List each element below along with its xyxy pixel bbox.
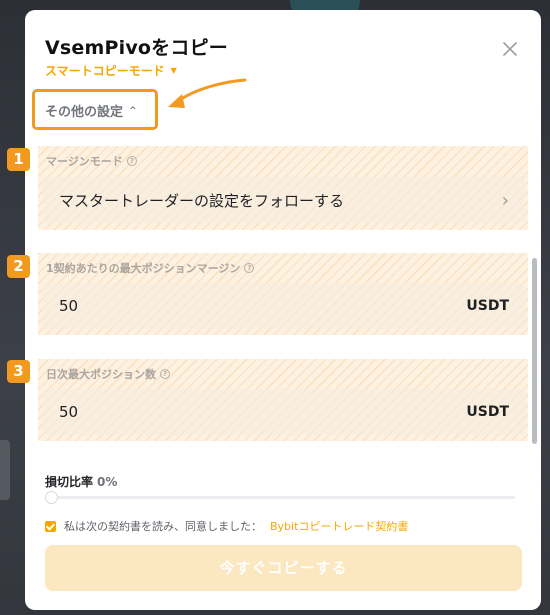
- copy-settings-dialog: VsemPivoをコピー スマートコピーモード ▼ その他の設定 ^ マージンモ…: [25, 10, 541, 610]
- max-position-margin-section: 1契約あたりの最大ポジションマージン ? 50 USDT: [38, 253, 528, 335]
- help-icon[interactable]: ?: [126, 156, 137, 166]
- copy-now-button[interactable]: 今すぐコピーする: [45, 545, 522, 591]
- daily-max-position-unit: USDT: [466, 404, 509, 420]
- margin-mode-section: マージンモード ? マスタートレーダーの設定をフォローする ›: [38, 146, 528, 230]
- help-icon[interactable]: ?: [160, 369, 170, 379]
- daily-max-position-value: 50: [59, 403, 79, 421]
- annotation-badge-2: 2: [7, 255, 30, 278]
- daily-max-position-label: 日次最大ポジション数: [46, 368, 156, 381]
- max-position-margin-unit: USDT: [466, 298, 509, 314]
- annotation-badge-1: 1: [7, 148, 30, 171]
- max-position-margin-value: 50: [59, 297, 79, 315]
- margin-mode-label: マージンモード: [46, 155, 123, 168]
- stop-loss-label: 損切比率 0%: [45, 473, 117, 490]
- stop-loss-title: 損切比率: [45, 475, 94, 489]
- max-position-margin-label-row: 1契約あたりの最大ポジションマージン ?: [46, 260, 255, 276]
- stop-loss-value: 0%: [97, 475, 118, 489]
- annotation-badge-3: 3: [7, 360, 30, 383]
- margin-mode-value: マスタートレーダーの設定をフォローする: [59, 191, 345, 210]
- background-decoration: [0, 440, 10, 500]
- daily-max-position-section: 日次最大ポジション数 ? 50 USDT: [38, 359, 528, 441]
- margin-mode-label-row: マージンモード ?: [46, 153, 137, 169]
- agreement-text: 私は次の契約書を読み、同意しました：: [64, 520, 262, 533]
- max-position-margin-input[interactable]: 50 USDT: [43, 283, 525, 329]
- daily-max-position-input[interactable]: 50 USDT: [43, 389, 525, 435]
- daily-max-position-label-row: 日次最大ポジション数 ?: [46, 366, 170, 382]
- annotation-arrow-icon: [168, 78, 247, 108]
- agreement-row: 私は次の契約書を読み、同意しました： Bybitコピートレード契約書: [45, 518, 408, 534]
- stop-loss-slider-handle[interactable]: [45, 491, 58, 504]
- agreement-link[interactable]: Bybitコピートレード契約書: [270, 518, 408, 534]
- max-position-margin-label: 1契約あたりの最大ポジションマージン: [46, 262, 241, 275]
- dialog-scrollbar[interactable]: [532, 258, 537, 444]
- agreement-checkbox[interactable]: [45, 520, 56, 532]
- help-icon[interactable]: ?: [244, 263, 255, 273]
- chevron-right-icon: ›: [501, 189, 509, 211]
- margin-mode-selector[interactable]: マスタートレーダーの設定をフォローする ›: [43, 177, 525, 223]
- stop-loss-slider-track[interactable]: [47, 496, 515, 499]
